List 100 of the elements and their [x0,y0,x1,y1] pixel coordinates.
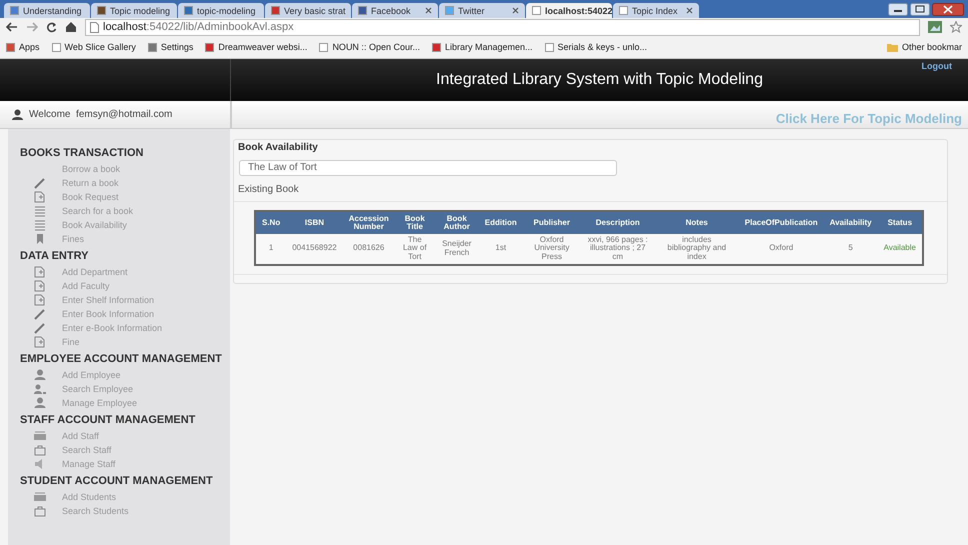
back-icon[interactable] [6,22,18,32]
column-header: Publisher [522,210,581,234]
menu-link[interactable]: Return a book [62,178,119,188]
section-heading: STAFF ACCOUNT MANAGEMENT [19,413,196,428]
extension-icon[interactable] [928,21,942,33]
section-heading: DATA ENTRY [19,249,90,264]
tray-icon [34,430,46,442]
browser-tab[interactable]: topic-modeling [178,3,264,18]
tab-title: Topic modeling [110,6,170,16]
star-icon[interactable] [950,21,962,33]
table-cell: 0041568922 [286,234,343,265]
menu-link[interactable]: Search Employee [62,384,134,394]
bookmark-link[interactable]: Apps [6,42,40,52]
menu-link[interactable]: Add Faculty [62,281,110,291]
menu-link[interactable]: Borrow a book [62,164,120,174]
browser-tab[interactable]: Twitter [439,3,525,18]
table-cell: 1 [255,234,286,265]
folder-icon [886,42,898,52]
column-header: Eddition [478,210,523,234]
address-bar[interactable]: localhost:54022/lib/AdminbookAvl.aspx [85,18,920,36]
table-cell: Available [878,234,923,265]
menu-link[interactable]: Enter Shelf Information [62,295,154,305]
table-cell: xxvi, 966 pages : illustrations ; 27 cm [580,234,655,265]
column-header: PlaceOfPublication [738,210,824,234]
welcome-text: Welcome femsyn@hotmail.com [29,109,172,120]
tab-title: Understanding [23,6,82,16]
column-header: Notes [654,210,739,234]
browser-tab[interactable]: Understanding [4,3,90,18]
user-icon [34,397,46,409]
bookmark-icon [34,233,46,245]
section-heading: BOOKS TRANSACTION [19,146,144,161]
menu-link[interactable]: Add Department [62,267,128,277]
browser-tab[interactable]: Very basic strat [265,3,351,18]
column-header: Status [878,210,923,234]
panel-title: Book Availability [237,141,319,155]
close-icon[interactable] [686,7,693,14]
user-icon [34,369,46,381]
reload-icon[interactable] [46,22,57,32]
maximize-icon[interactable] [910,3,930,16]
menu-link[interactable]: Add Employee [62,370,121,380]
menu-link[interactable]: Manage Staff [62,459,116,469]
menu-link[interactable]: Manage Employee [62,398,138,408]
topic-modeling-link[interactable]: Click Here For Topic Modeling [776,111,962,126]
menu-link[interactable]: Book Request [62,192,119,202]
briefcase-icon [34,444,46,456]
column-header: S.No [255,210,286,234]
bookmark-link[interactable]: Dreamweaver websi... [205,42,308,52]
tab-title: Very basic strat [284,6,346,16]
bookmark-link[interactable]: Web Slice Gallery [52,42,136,52]
close-icon[interactable] [932,3,964,16]
close-icon[interactable] [512,7,519,14]
logout-link[interactable]: Logout [922,61,952,71]
tray-icon [34,491,46,503]
minimize-icon[interactable] [888,3,908,16]
browser-tab[interactable]: localhost:54022 [526,3,612,18]
bookmark-link[interactable]: Serials & keys - unlo... [544,42,648,52]
pencil-icon [34,308,46,320]
menu-link[interactable]: Search Staff [62,445,112,455]
page-icon [90,22,99,32]
tab-title: localhost:54022 [545,6,612,16]
browser-tab[interactable]: Topic modeling [91,3,177,18]
document-icon [34,266,46,278]
bookmark-link[interactable]: NOUN :: Open Cour... [319,42,420,52]
column-header: Accession Number [342,210,395,234]
column-header: Availability [824,210,878,234]
site-title: Integrated Library System with Topic Modeling [436,71,763,89]
table-cell: 1st [478,234,523,265]
document-icon [34,336,46,348]
browser-tab[interactable]: Topic Index [613,3,699,18]
document-icon [34,280,46,292]
menu-link[interactable]: Enter Book Information [62,309,154,319]
menu-link[interactable]: Book Availability [62,220,127,230]
menu-link[interactable]: Add Staff [62,431,99,441]
menu-link[interactable]: Search Students [62,506,129,516]
tab-title: Topic Index [632,6,678,16]
bookmark-link[interactable]: Settings [148,42,194,52]
column-header: Book Author [434,210,479,234]
bookmark-link[interactable]: Library Managemen... [432,42,533,52]
tab-title: Facebook [371,6,411,16]
column-header: Description [580,210,655,234]
tab-title: Twitter [458,6,485,16]
bookmark-folder[interactable]: Other bookmar [886,42,962,52]
table-cell: Oxford [738,234,824,265]
document-icon [34,294,46,306]
table-cell: 5 [824,234,878,265]
section-heading: STUDENT ACCOUNT MANAGEMENT [19,474,214,489]
browser-tab[interactable]: Facebook [352,3,438,18]
column-header: Book Title [394,210,435,234]
menu-link[interactable]: Fines [62,234,84,244]
close-icon[interactable] [425,7,432,14]
menu-link[interactable]: Search for a book [62,206,134,216]
home-icon[interactable] [65,21,77,33]
search-field[interactable]: The Law of Tort [239,160,617,176]
menu-link[interactable]: Enter e-Book Information [62,323,162,333]
briefcase-icon [34,505,46,517]
users-icon [34,383,46,395]
table-cell: includes bibliography and index [654,234,739,265]
group-title: Existing Book [234,180,947,202]
menu-link[interactable]: Fine [62,337,80,347]
menu-link[interactable]: Add Students [62,492,116,502]
